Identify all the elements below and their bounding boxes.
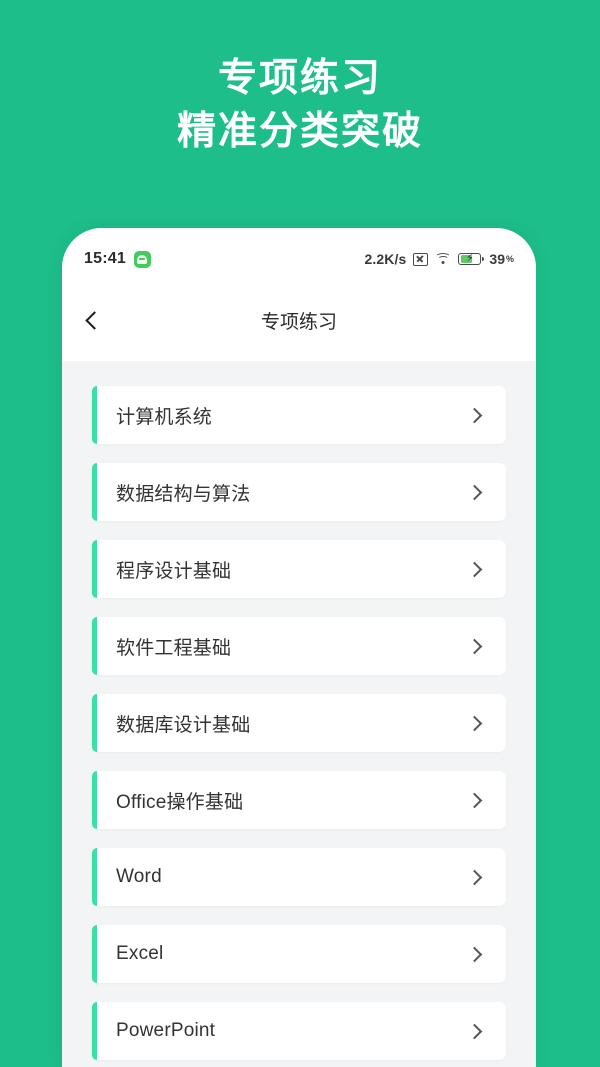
chevron-right-icon [466,792,483,808]
chevron-right-icon [466,484,483,500]
list-item[interactable]: Excel [92,925,506,983]
battery-percent-sign: % [505,254,514,264]
chevron-right-icon [466,715,483,731]
promo-headline-line-2: 精准分类突破 [176,110,423,153]
chevron-right-icon [466,561,483,577]
list-item[interactable]: 计算机系统 [92,386,506,444]
list-item-label: 软件工程基础 [116,637,232,659]
list-item-label: Excel [116,943,164,964]
status-bar: 15:41 2.2K/s ⚡ 39% [62,228,536,280]
promo-headline: 专项练习 精准分类突破 [0,52,600,158]
back-button[interactable] [84,304,118,338]
page-title: 专项练习 [260,312,337,333]
promo-screen: 专项练习 精准分类突破 15:41 2.2K/s ⚡ 39% 专项练习 计算机系… [0,0,600,1067]
list-item[interactable]: 数据库设计基础 [92,694,506,752]
wifi-icon [435,253,452,265]
status-bar-left: 15:41 [84,250,151,268]
list-item[interactable]: 程序设计基础 [92,540,506,598]
chevron-left-icon [85,311,104,330]
list-item[interactable]: PowerPoint [92,1002,506,1060]
android-app-icon [133,250,151,268]
list-item[interactable]: Office操作基础 [92,771,506,829]
status-bar-right: 2.2K/s ⚡ 39% [365,251,514,267]
chevron-right-icon [466,638,483,654]
chevron-right-icon [466,869,483,885]
nav-bar: 专项练习 [62,280,536,361]
category-list: 计算机系统 数据结构与算法 程序设计基础 软件工程基础 数据库设计基础 Offi [62,361,536,1067]
battery-bolt-icon: ⚡ [466,252,474,265]
chevron-right-icon [466,407,483,423]
battery-level-value: 39 [489,251,505,267]
no-signal-icon [413,252,429,266]
list-item-label: 数据结构与算法 [116,483,251,505]
list-item[interactable]: 数据结构与算法 [92,463,506,521]
battery-level-label: 39% [489,251,514,267]
phone-mockup: 15:41 2.2K/s ⚡ 39% 专项练习 计算机系统 数据结构与算法 程序… [62,228,536,1067]
list-item[interactable]: Word [92,848,506,906]
chevron-right-icon [466,946,483,962]
status-clock: 15:41 [84,250,126,267]
list-item-label: Office操作基础 [116,791,244,813]
promo-headline-line-1: 专项练习 [217,57,382,100]
list-item-label: 数据库设计基础 [116,714,251,736]
list-item-label: 程序设计基础 [116,560,232,582]
list-item-label: Word [116,866,162,887]
network-speed-label: 2.2K/s [364,251,407,267]
list-item[interactable]: 软件工程基础 [92,617,506,675]
list-item-label: PowerPoint [116,1020,216,1041]
chevron-right-icon [466,1023,483,1039]
list-item-label: 计算机系统 [116,406,213,428]
battery-charging-icon: ⚡ [458,252,484,266]
